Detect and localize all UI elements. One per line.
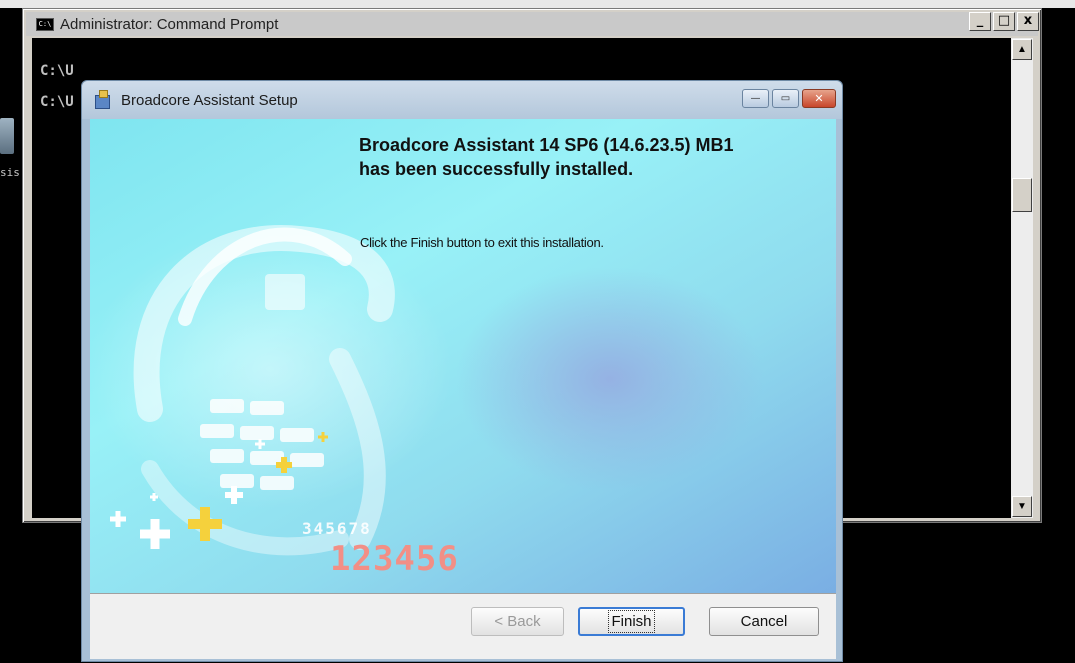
scroll-up-arrow-icon[interactable]: ▲ [1012,39,1032,60]
scroll-thumb[interactable] [1012,178,1032,212]
cancel-button[interactable]: Cancel [709,607,819,636]
setup-window-controls: — ▭ ✕ [742,89,836,108]
cmd-line: C:\U [40,94,74,110]
banner-digits-small: 345678 [302,519,372,538]
setup-titlebar[interactable]: Broadcore Assistant Setup [82,81,842,119]
setup-banner: Broadcore Assistant 14 SP6 (14.6.23.5) M… [90,119,836,593]
back-button[interactable]: < Back [471,607,564,636]
finish-instruction: Click the Finish button to exit this ins… [360,235,604,250]
setup-dialog: Broadcore Assistant Setup — ▭ ✕ Broadcor… [81,80,843,662]
desktop-shortcut-icon[interactable] [0,118,16,162]
finish-button-label: Finish [608,610,655,633]
desktop-strip [0,0,1075,8]
desktop-shortcut-label: sis [0,166,20,179]
cmd-minimize-button[interactable]: _ [969,12,991,31]
heading-line-1: Broadcore Assistant 14 SP6 (14.6.23.5) M… [359,135,734,155]
installer-icon [93,89,113,111]
scroll-down-arrow-icon[interactable]: ▼ [1012,496,1032,517]
cmd-vertical-scrollbar[interactable]: ▲ ▼ [1011,38,1033,518]
cmd-titlebar[interactable]: C:\ Administrator: Command Prompt [26,12,1038,36]
cmd-close-button[interactable]: x [1017,12,1039,31]
cmd-line: C:\U [40,63,74,79]
finish-button[interactable]: Finish [578,607,685,636]
setup-maximize-button[interactable]: ▭ [772,89,799,108]
telephone-illustration [110,225,395,556]
banner-digits-large: 123456 [330,539,459,579]
cmd-window-title: Administrator: Command Prompt [60,15,279,33]
install-complete-heading: Broadcore Assistant 14 SP6 (14.6.23.5) M… [359,133,734,181]
setup-window-title: Broadcore Assistant Setup [121,91,298,109]
setup-close-button[interactable]: ✕ [802,89,836,108]
setup-minimize-button[interactable]: — [742,89,769,108]
cmd-maximize-button[interactable]: □ [993,12,1015,31]
cmd-window-controls: _ □ x [969,12,1039,31]
heading-line-2: has been successfully installed. [359,159,634,179]
cmd-app-icon: C:\ [36,17,54,31]
setup-button-bar: < Back Finish Cancel [90,593,836,659]
